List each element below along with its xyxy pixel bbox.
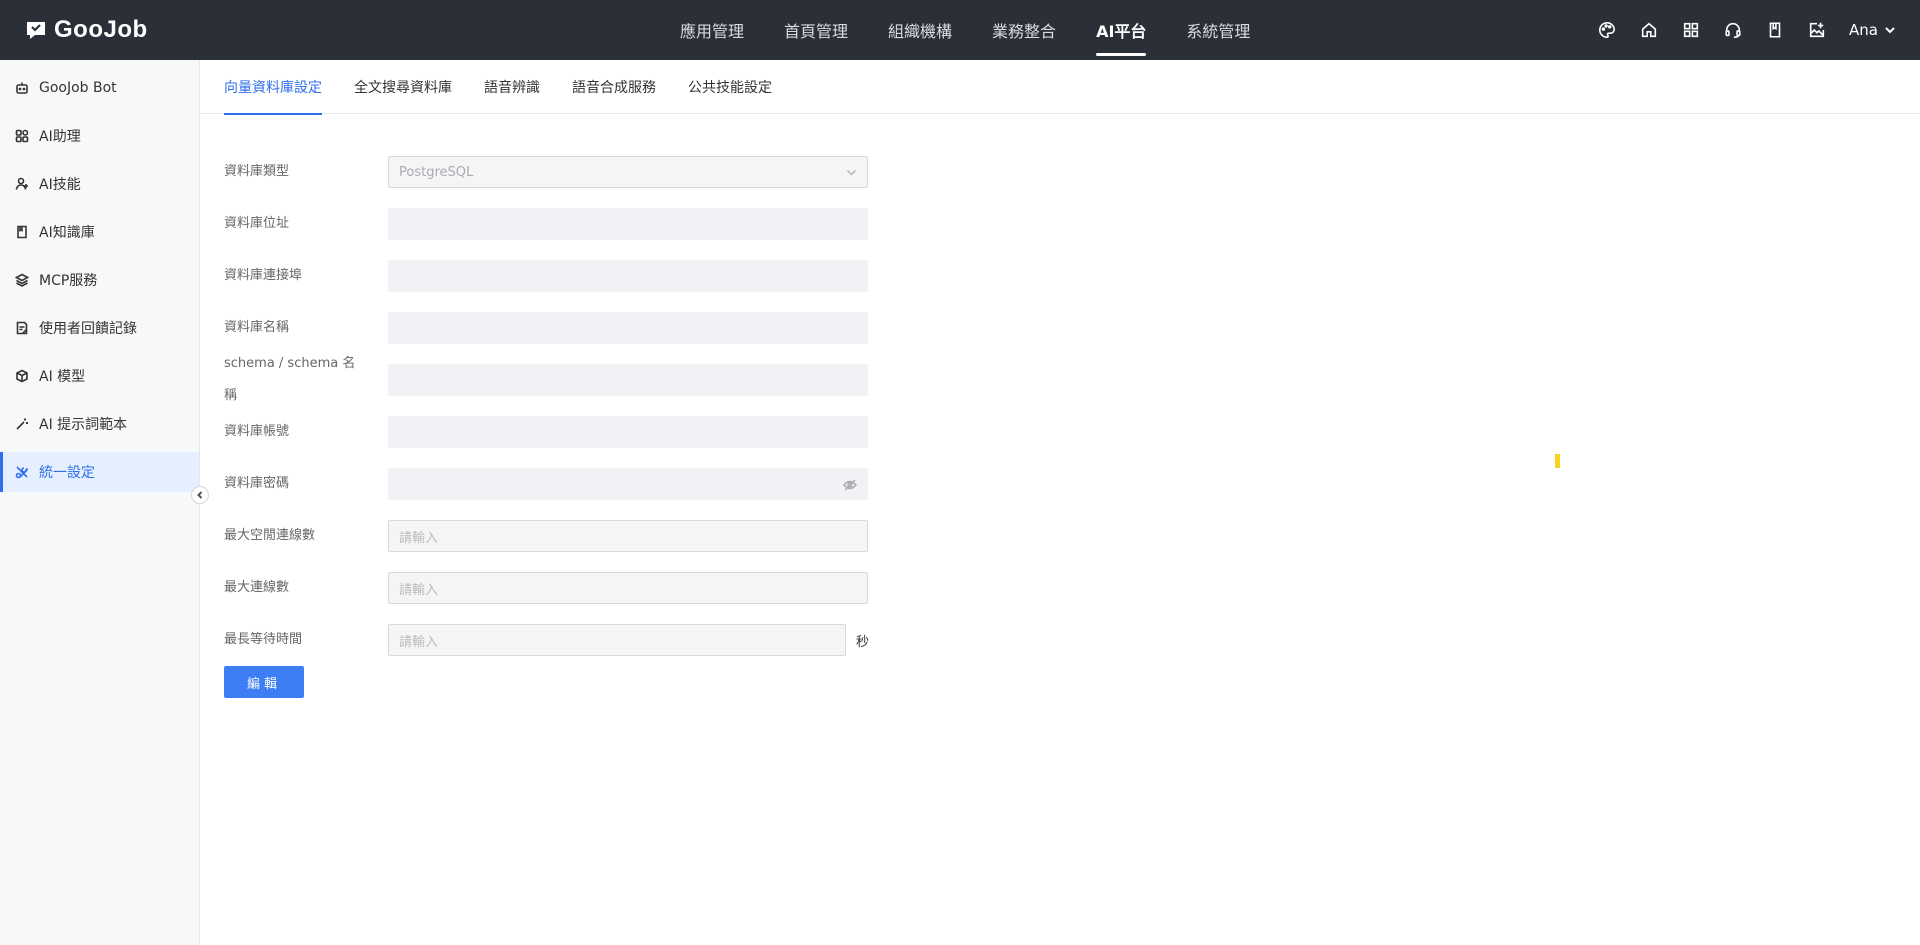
top-bar: GooJob 應用管理 首頁管理 組織機構 業務整合 AI平台 系統管理 Ana xyxy=(0,0,1920,60)
max-wait-label: 最長等待時間 xyxy=(224,632,303,647)
headset-icon[interactable] xyxy=(1723,20,1743,40)
max-wait-input[interactable]: 請輸入 xyxy=(388,624,846,656)
top-right-tools: Ana xyxy=(1597,0,1896,60)
image-edit-icon[interactable] xyxy=(1807,20,1827,40)
db-user-label: 資料庫帳號 xyxy=(224,424,290,439)
topnav-app-management[interactable]: 應用管理 xyxy=(660,0,764,60)
tab-speech-recognition[interactable]: 語音辨識 xyxy=(484,60,540,114)
db-port-label: 資料庫連接埠 xyxy=(224,268,303,283)
chevron-down-icon xyxy=(1885,27,1895,34)
chevron-down-icon xyxy=(846,169,857,176)
topnav-ai-platform[interactable]: AI平台 xyxy=(1076,0,1166,60)
edit-button[interactable]: 編輯 xyxy=(224,666,304,698)
topnav-system-management[interactable]: 系統管理 xyxy=(1166,0,1270,60)
form-row-db-host: 資料庫位址 xyxy=(224,198,924,250)
schema-field[interactable] xyxy=(388,364,868,396)
form-row-db-user: 資料庫帳號 xyxy=(224,406,924,458)
sidebar-item-ai-model[interactable]: AI 模型 xyxy=(0,356,199,396)
layers-icon xyxy=(15,273,29,287)
user-name: Ana xyxy=(1849,21,1878,39)
main-content: 向量資料庫設定 全文搜尋資料庫 語音辨識 語音合成服務 公共技能設定 資料庫類型… xyxy=(200,60,1920,945)
book-icon xyxy=(17,225,27,239)
sidebar-item-user-feedback[interactable]: 使用者回饋記錄 xyxy=(0,308,199,348)
skill-icon xyxy=(15,177,28,190)
sidebar-item-label: AI 提示詞範本 xyxy=(39,417,128,433)
logo-chat-icon xyxy=(27,22,45,39)
db-host-field[interactable] xyxy=(388,208,868,240)
chevron-left-icon xyxy=(197,491,203,499)
db-port-field[interactable] xyxy=(388,260,868,292)
robot-icon xyxy=(16,82,28,94)
palette-icon[interactable] xyxy=(1597,20,1617,40)
sidebar-item-unified-settings[interactable]: 統一設定 xyxy=(0,452,199,492)
form-row-db-password: 資料庫密碼 xyxy=(224,458,924,510)
cube-icon xyxy=(16,369,28,383)
settings-tabs: 向量資料庫設定 全文搜尋資料庫 語音辨識 語音合成服務 公共技能設定 xyxy=(200,60,1920,115)
db-host-label: 資料庫位址 xyxy=(224,216,290,231)
form-row-db-type: 資料庫類型 PostgreSQL xyxy=(224,146,924,198)
sidebar-item-label: MCP服務 xyxy=(39,273,98,289)
brand-logo[interactable]: GooJob xyxy=(24,16,148,44)
max-conn-label: 最大連線數 xyxy=(224,580,290,595)
magic-wand-icon xyxy=(16,418,28,430)
db-type-value: PostgreSQL xyxy=(399,164,474,180)
sidebar-item-label: AI知識庫 xyxy=(39,225,95,241)
sidebar-item-ai-knowledge-base[interactable]: AI知識庫 xyxy=(0,212,199,252)
apps-icon xyxy=(15,129,29,143)
sidebar-item-ai-assistant[interactable]: AI助理 xyxy=(0,116,199,156)
topnav-organization[interactable]: 組織機構 xyxy=(868,0,972,60)
sidebar-item-label: AI技能 xyxy=(39,177,81,193)
sidebar-item-label: GooJob Bot xyxy=(39,80,117,96)
home-icon[interactable] xyxy=(1639,20,1659,40)
topnav-homepage-management[interactable]: 首頁管理 xyxy=(764,0,868,60)
max-idle-input[interactable]: 請輸入 xyxy=(388,520,868,552)
grid-icon[interactable] xyxy=(1681,20,1701,40)
max-wait-unit: 秒 xyxy=(856,634,870,650)
user-menu[interactable]: Ana xyxy=(1849,21,1896,39)
tab-public-skill-settings[interactable]: 公共技能設定 xyxy=(688,60,772,114)
sidebar-item-ai-prompt-templates[interactable]: AI 提示詞範本 xyxy=(0,404,199,444)
db-name-field[interactable] xyxy=(388,312,868,344)
tab-speech-synthesis[interactable]: 語音合成服務 xyxy=(572,60,656,114)
form-row-schema: schema / schema 名稱 xyxy=(224,354,924,406)
top-nav: 應用管理 首頁管理 組織機構 業務整合 AI平台 系統管理 xyxy=(660,0,1270,60)
db-user-field[interactable] xyxy=(388,416,868,448)
sidebar-item-ai-skills[interactable]: AI技能 xyxy=(0,164,199,204)
eye-off-icon[interactable] xyxy=(843,478,857,492)
form-row-db-name: 資料庫名稱 xyxy=(224,302,924,354)
cursor-marker xyxy=(1555,454,1560,468)
db-name-label: 資料庫名稱 xyxy=(224,320,290,335)
sidebar-item-goojob-bot[interactable]: GooJob Bot xyxy=(0,68,199,108)
db-password-field[interactable] xyxy=(388,468,868,500)
tab-fulltext-search-database[interactable]: 全文搜尋資料庫 xyxy=(354,60,452,114)
book-icon[interactable] xyxy=(1765,20,1785,40)
sidebar-item-label: 統一設定 xyxy=(39,465,95,481)
sidebar: GooJob Bot AI助理 AI技能 AI知識庫 MCP服務 使用者回饋記錄… xyxy=(0,60,200,945)
form-row-max-wait: 最長等待時間 請輸入 秒 xyxy=(224,614,924,666)
form-row-db-port: 資料庫連接埠 xyxy=(224,250,924,302)
tab-vector-database[interactable]: 向量資料庫設定 xyxy=(224,60,322,115)
db-password-label: 資料庫密碼 xyxy=(224,476,290,491)
topnav-business-integration[interactable]: 業務整合 xyxy=(972,0,1076,60)
vector-db-form: 資料庫類型 PostgreSQL 資料庫位址 資料庫連接埠 資料庫名稱 sche… xyxy=(224,146,924,666)
feedback-icon xyxy=(16,321,28,335)
max-idle-label: 最大空閒連線數 xyxy=(224,528,316,543)
sidebar-item-label: 使用者回饋記錄 xyxy=(39,321,137,337)
schema-label: schema / schema 名稱 xyxy=(224,356,356,403)
db-type-select[interactable]: PostgreSQL xyxy=(388,156,868,188)
sidebar-item-label: AI 模型 xyxy=(39,369,86,385)
sidebar-collapse-button[interactable] xyxy=(191,486,209,504)
settings-cross-icon xyxy=(15,466,29,479)
form-row-max-conn: 最大連線數 請輸入 xyxy=(224,562,924,614)
brand-name: GooJob xyxy=(54,16,148,43)
sidebar-item-label: AI助理 xyxy=(39,129,81,145)
form-row-max-idle: 最大空閒連線數 請輸入 xyxy=(224,510,924,562)
sidebar-item-mcp-service[interactable]: MCP服務 xyxy=(0,260,199,300)
db-type-label: 資料庫類型 xyxy=(224,164,290,179)
max-conn-input[interactable]: 請輸入 xyxy=(388,572,868,604)
